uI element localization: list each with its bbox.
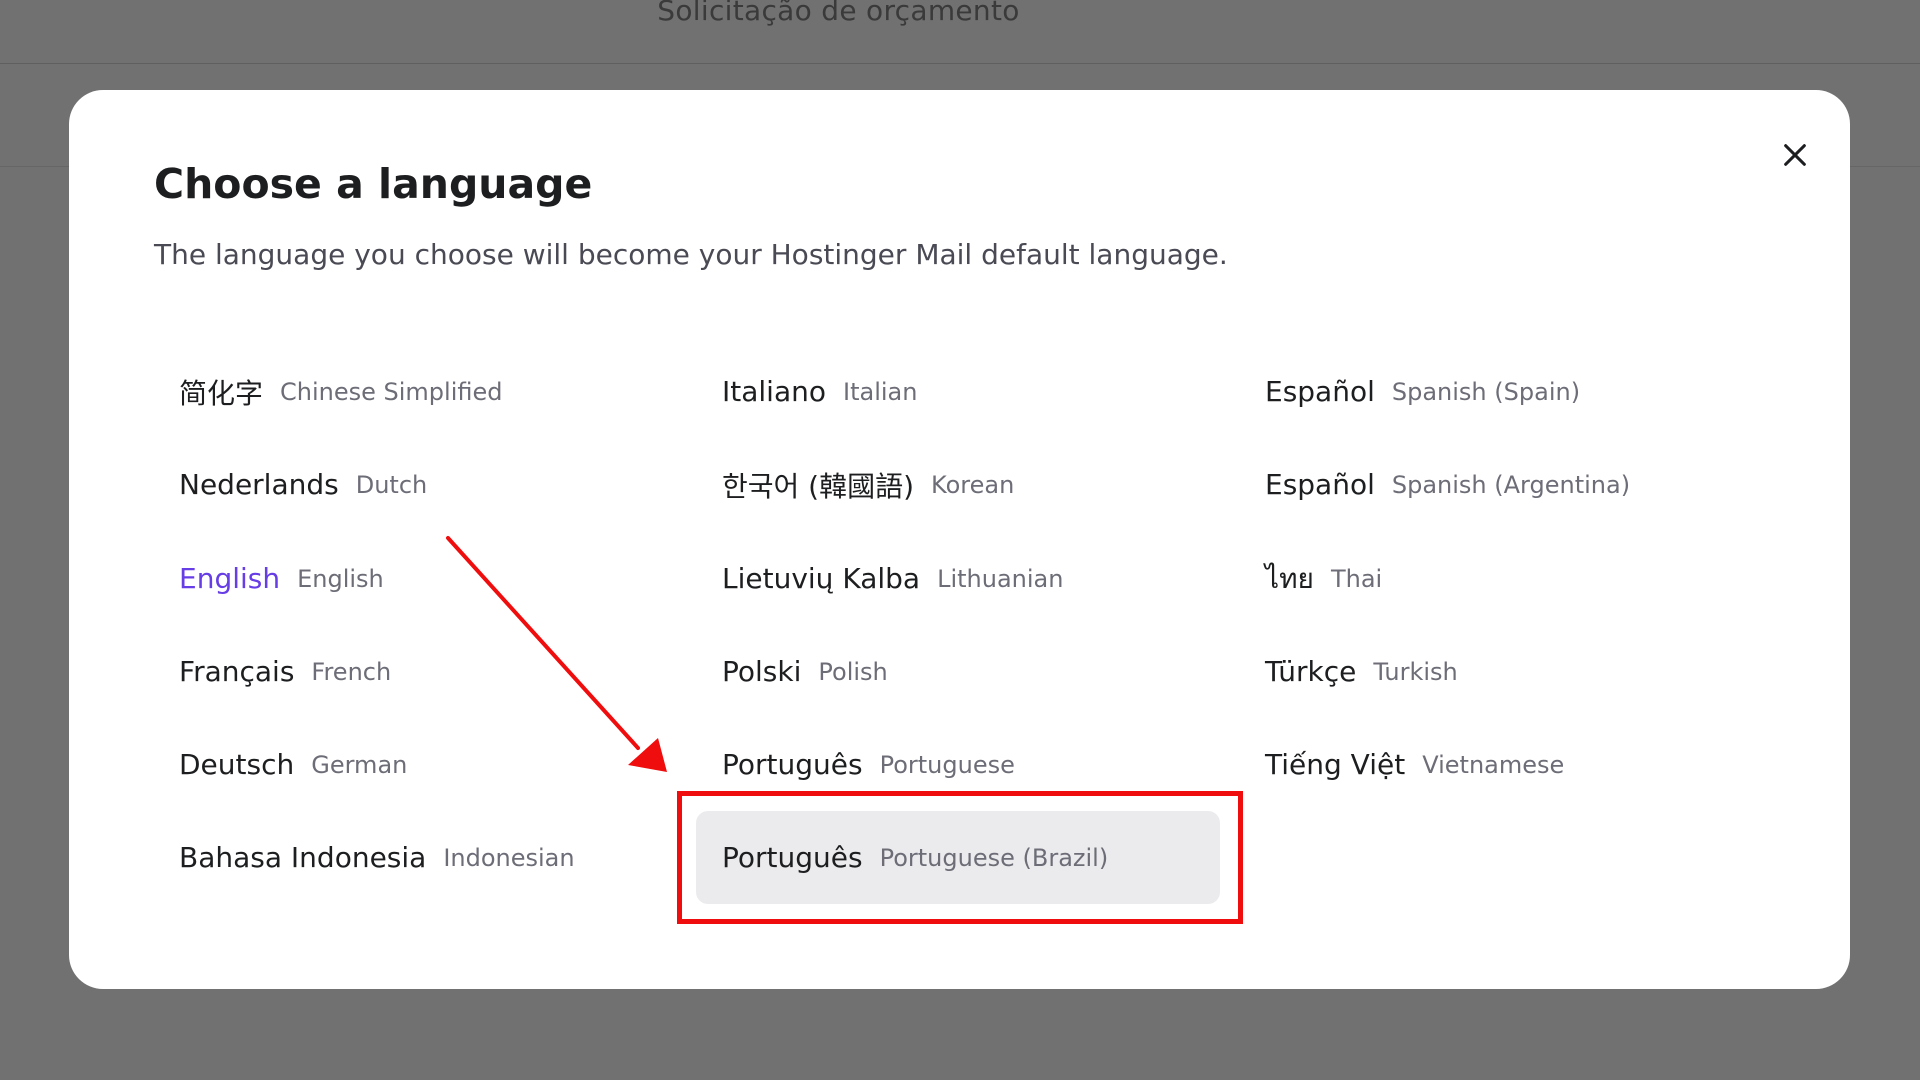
language-english-name: English (297, 564, 384, 593)
language-option-thai[interactable]: ไทย Thai (1239, 532, 1763, 625)
language-english-name: Chinese Simplified (280, 377, 503, 406)
background-page-title: Solicitação de orçamento (657, 0, 1020, 27)
language-native-name: Español (1265, 375, 1375, 408)
language-english-name: Lithuanian (937, 564, 1064, 593)
language-option-chinese-simplified[interactable]: 简化字 Chinese Simplified (153, 345, 677, 438)
language-native-name-current: English (179, 562, 281, 595)
language-option-lithuanian[interactable]: Lietuvių Kalba Lithuanian (696, 532, 1220, 625)
language-option-spanish-spain[interactable]: Español Spanish (Spain) (1239, 345, 1763, 438)
language-option-spanish-argentina[interactable]: Español Spanish (Argentina) (1239, 438, 1763, 531)
language-native-name: Nederlands (179, 468, 339, 501)
language-option-polish[interactable]: Polski Polish (696, 625, 1220, 718)
background-header: Solicitação de orçamento (0, 0, 1920, 64)
language-option-italian[interactable]: Italiano Italian (696, 345, 1220, 438)
language-english-name: Indonesian (443, 843, 575, 872)
language-native-name: Español (1265, 468, 1375, 501)
language-option-vietnamese[interactable]: Tiếng Việt Vietnamese (1239, 718, 1763, 811)
language-english-name: Vietnamese (1422, 750, 1565, 779)
dialog-subtitle: The language you choose will become your… (154, 238, 1228, 271)
language-option-english[interactable]: English English (153, 532, 677, 625)
language-english-name: French (311, 657, 392, 686)
language-native-name: Bahasa Indonesia (179, 841, 427, 874)
close-icon (1784, 144, 1806, 166)
language-option-korean[interactable]: 한국어 (韓國語) Korean (696, 438, 1220, 531)
language-native-name: Türkçe (1265, 655, 1357, 688)
dialog-title: Choose a language (154, 160, 593, 208)
language-option-turkish[interactable]: Türkçe Turkish (1239, 625, 1763, 718)
language-native-name: Deutsch (179, 748, 295, 781)
language-english-name: Portuguese (879, 750, 1015, 779)
language-english-name: German (311, 750, 408, 779)
language-option-dutch[interactable]: Nederlands Dutch (153, 438, 677, 531)
language-english-name: Korean (931, 470, 1015, 499)
language-english-name: Italian (843, 377, 918, 406)
language-native-name: Português (722, 748, 863, 781)
language-english-name: Dutch (355, 470, 428, 499)
language-native-name: Italiano (722, 375, 826, 408)
language-english-name: Spanish (Spain) (1391, 377, 1581, 406)
language-native-name: Lietuvių Kalba (722, 562, 921, 595)
language-option-french[interactable]: Français French (153, 625, 677, 718)
language-english-name: Polish (818, 657, 888, 686)
language-native-name: 한국어 (韓國語) (722, 469, 915, 503)
language-english-name: Spanish (Argentina) (1391, 470, 1631, 499)
language-native-name: Tiếng Việt (1265, 748, 1406, 781)
language-native-name: Polski (722, 655, 802, 688)
language-native-name: ไทย (1265, 561, 1314, 595)
language-english-name: Thai (1330, 564, 1383, 593)
language-english-name: Turkish (1373, 657, 1458, 686)
language-native-name: Français (179, 655, 295, 688)
close-button[interactable] (1764, 124, 1826, 186)
annotation-highlight-box (677, 791, 1243, 924)
language-option-indonesian[interactable]: Bahasa Indonesia Indonesian (153, 811, 677, 904)
language-native-name: 简化字 (179, 376, 264, 410)
language-option-german[interactable]: Deutsch German (153, 718, 677, 811)
